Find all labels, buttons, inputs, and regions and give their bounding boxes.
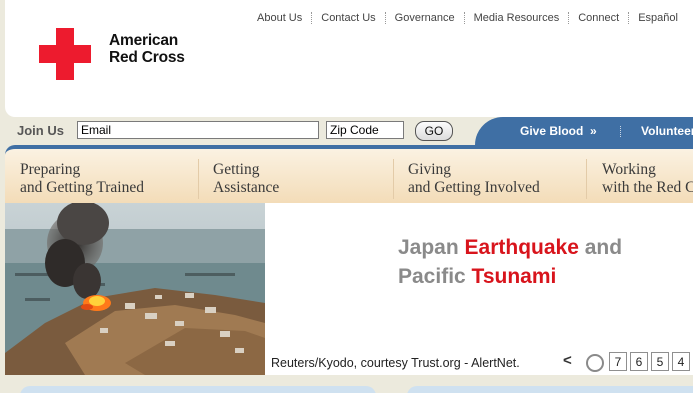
mainnav-preparing-line1: Preparing — [20, 161, 81, 178]
volunteer-link[interactable]: Volunteer — [641, 124, 693, 138]
topnav-media-resources[interactable]: Media Resources — [463, 12, 569, 24]
tsunami-photo-illustration — [5, 203, 265, 375]
headline-word-earthquake: Earthquake — [464, 236, 579, 259]
go-button[interactable]: GO — [415, 121, 453, 141]
email-input[interactable] — [77, 121, 319, 139]
header: American Red Cross About Us Contact Us Gov… — [5, 0, 693, 117]
headline-word-tsunami: Tsunami — [471, 265, 557, 288]
slide-page-5[interactable]: 5 — [651, 352, 669, 371]
headline-line-2: Pacific Tsunami — [398, 262, 622, 291]
topnav-connect[interactable]: Connect — [568, 12, 628, 24]
headline-line-1: Japan Earthquake and — [398, 233, 622, 262]
mainnav-giving-line1: Giving — [408, 161, 452, 178]
bottom-panel-right — [407, 386, 693, 393]
topnav-espanol[interactable]: Español — [628, 12, 687, 24]
mainnav-preparing-line2: and Getting Trained — [20, 179, 144, 196]
logo-line-1: American — [109, 32, 179, 49]
mainnav-getting-assistance[interactable]: Getting Assistance — [213, 161, 279, 197]
hero-headline[interactable]: Japan Earthquake and Pacific Tsunami — [398, 233, 622, 291]
bottom-panel-left — [20, 386, 376, 393]
double-chevron-right-icon: » — [590, 124, 597, 138]
mainnav-working-line2: with the Red Cross — [602, 179, 693, 196]
mainnav-divider — [393, 159, 394, 199]
chevron-left-icon[interactable]: < — [563, 352, 572, 369]
mainnav-divider — [586, 159, 587, 199]
main-nav: Preparing and Getting Trained Getting As… — [5, 145, 693, 203]
slide-page-4[interactable]: 4 — [672, 352, 690, 371]
headline-word-japan: Japan — [398, 236, 465, 259]
mainnav-working[interactable]: Working with the Red Cross — [602, 161, 693, 197]
mainnav-giving[interactable]: Giving and Getting Involved — [408, 161, 540, 197]
headline-word-and: and — [578, 236, 623, 259]
mainnav-preparing[interactable]: Preparing and Getting Trained — [20, 161, 144, 197]
tsunami-aerial-photo[interactable] — [5, 203, 265, 375]
quick-links-divider — [620, 126, 622, 137]
mainnav-giving-line2: and Getting Involved — [408, 179, 540, 196]
logo-line-2: Red Cross — [109, 49, 185, 66]
topnav-contact-us[interactable]: Contact Us — [311, 12, 384, 24]
topnav-about-us[interactable]: About Us — [248, 12, 311, 24]
top-utility-nav: About Us Contact Us Governance Media Resour… — [248, 12, 687, 24]
headline-word-pacific: Pacific — [398, 265, 472, 288]
join-bar: Join Us GO Give Blood » Volunteer — [0, 117, 693, 145]
mainnav-assistance-line2: Assistance — [213, 179, 280, 196]
page: American Red Cross About Us Contact Us Gov… — [0, 0, 693, 393]
red-cross-icon — [39, 28, 91, 80]
loading-ring-icon[interactable] — [586, 354, 604, 372]
join-us-label: Join Us — [17, 123, 64, 138]
zip-code-input[interactable] — [326, 121, 404, 139]
topnav-governance[interactable]: Governance — [384, 12, 464, 24]
logo-wordmark: American Red Cross — [109, 32, 209, 66]
slide-page-6[interactable]: 6 — [630, 352, 648, 371]
mainnav-assistance-line1: Getting — [213, 161, 260, 178]
slide-page-7[interactable]: 7 — [609, 352, 627, 371]
give-blood-label: Give Blood — [520, 124, 584, 138]
mainnav-divider — [198, 159, 199, 199]
mainnav-working-line1: Working — [602, 161, 656, 178]
give-blood-link[interactable]: Give Blood » — [520, 124, 597, 138]
photo-caption: Reuters/Kyodo, courtesy Trust.org - Aler… — [271, 356, 520, 370]
